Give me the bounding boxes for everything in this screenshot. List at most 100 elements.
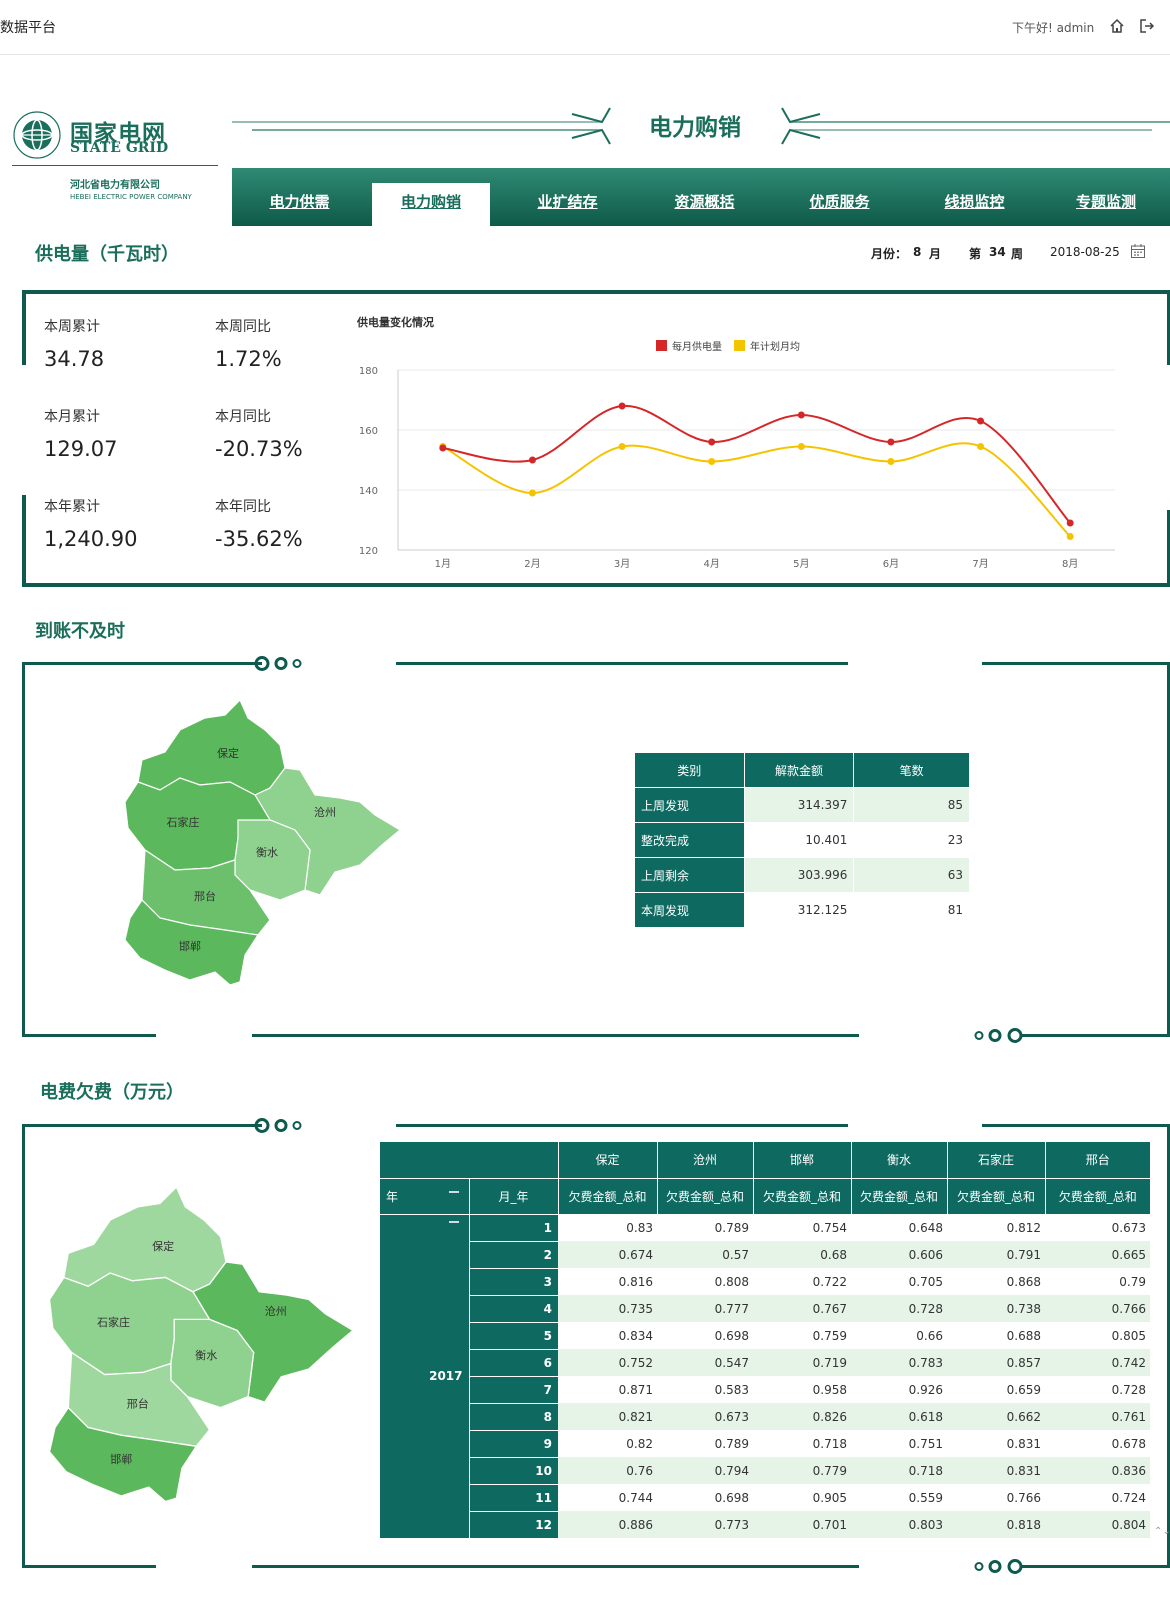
- pivot-value-cell: 0.76: [558, 1457, 657, 1484]
- pivot-city-header: 石家庄: [947, 1142, 1046, 1179]
- pivot-value-cell: 0.831: [1006, 1436, 1041, 1451]
- pivot-month-cell: 9: [469, 1430, 558, 1458]
- pivot-value-cell: 0.79: [1119, 1274, 1146, 1289]
- table-cell-amount: 10.401: [743, 822, 855, 858]
- collapse-icon[interactable]: [448, 1190, 459, 1193]
- table-row: 上周发现 314.397 85: [634, 787, 970, 823]
- pivot-measure-header: 欠费金额_总和: [1045, 1178, 1150, 1215]
- late-payment-table: 类别 解款金额 笔数 上周发现 314.397 85 整改完成 10.401 2…: [634, 752, 970, 928]
- table-row: 2017 1 0.83 0.789 0.754 0.648 0.812 0.673: [380, 1214, 1150, 1538]
- pivot-value-cell: 0.698: [714, 1328, 749, 1343]
- data-point: [797, 443, 805, 450]
- pivot-value-cell: 0.857: [947, 1349, 1045, 1376]
- map-label-cangzhou: 沧州: [314, 805, 336, 819]
- pivot-month-cell: 5: [469, 1322, 558, 1350]
- pivot-city-header: 邯郸: [753, 1142, 852, 1179]
- pivot-value-cell: 0.766: [1045, 1295, 1150, 1322]
- x-tick-label: 6月: [883, 558, 899, 570]
- kpi-week-total-value: 34.78: [44, 347, 105, 371]
- y-tick-label: 160: [359, 426, 378, 437]
- pivot-value-cell: 0.82: [626, 1436, 653, 1451]
- table-cell-amount: 303.996: [743, 857, 855, 893]
- kpi-year-yoy-label: 本年同比: [215, 499, 271, 515]
- nav-item-resource-overview[interactable]: 资源概括: [637, 183, 772, 226]
- pivot-value-cell: 0.68: [753, 1241, 851, 1268]
- state-grid-logo-icon: [13, 111, 61, 159]
- scroll-arrow-icon[interactable]: ⌃⌄: [1154, 1526, 1170, 1537]
- pivot-month-cell: 10: [469, 1457, 558, 1485]
- section-title-arrears: 电费欠费（万元）: [40, 1082, 184, 1103]
- map-label-hengshui: 衡水: [195, 1349, 217, 1362]
- date-value[interactable]: 2018-08-25: [1050, 245, 1120, 259]
- logo-divider: [12, 165, 218, 166]
- nav-item-line-loss[interactable]: 线损监控: [907, 183, 1042, 226]
- nav-item-supply-demand[interactable]: 电力供需: [232, 183, 367, 226]
- frame-left-accent: [22, 290, 26, 365]
- x-tick-label: 5月: [793, 558, 809, 570]
- table-header-cell: 解款金额: [743, 752, 855, 788]
- data-point: [977, 443, 985, 450]
- month-value: 8: [913, 245, 922, 259]
- nav-item-business-expansion[interactable]: 业扩结存: [500, 183, 635, 226]
- pivot-value-cell: 0.648: [908, 1220, 943, 1235]
- pivot-value-cell: 0.868: [1006, 1274, 1041, 1289]
- table-cell-count: 63: [853, 857, 970, 893]
- pivot-value-cell: 0.754: [812, 1220, 847, 1235]
- pivot-city-header: 保定: [558, 1142, 658, 1179]
- logo-name-en: STATE GRID: [70, 140, 169, 156]
- pivot-city-header: 沧州: [657, 1142, 754, 1179]
- pivot-value-cell: 0.688: [1006, 1328, 1041, 1343]
- calendar-icon[interactable]: [1130, 243, 1146, 259]
- pivot-value-cell: 0.744: [618, 1490, 653, 1505]
- pivot-value-cell: 0.777: [657, 1295, 753, 1322]
- map-region-baoding[interactable]: [63, 1185, 227, 1293]
- pivot-value-cell: 0.759: [812, 1328, 847, 1343]
- pivot-value-cell: 0.808: [714, 1274, 749, 1289]
- pivot-month-cell: 3: [469, 1268, 558, 1296]
- legend-swatch: [656, 340, 667, 351]
- table-cell-category: 上周发现: [634, 787, 745, 823]
- pivot-value-cell: 0.83: [626, 1220, 653, 1235]
- main-nav: 电力供需 电力购销 业扩结存 资源概括 优质服务 线损监控 专题监测: [232, 168, 1170, 226]
- pivot-value-cell: 0.718: [812, 1436, 847, 1451]
- nav-item-power-purchase-sales[interactable]: 电力购销: [372, 183, 490, 226]
- data-point: [439, 444, 447, 452]
- table-row: 8 0.821 0.673 0.826 0.618 0.662 0.761: [380, 1403, 1150, 1431]
- home-icon[interactable]: [1108, 17, 1126, 35]
- nav-item-special-monitoring[interactable]: 专题监测: [1042, 183, 1170, 226]
- pivot-value-cell: 0.606: [851, 1241, 947, 1268]
- pivot-year-value: 2017: [429, 1369, 463, 1384]
- collapse-icon[interactable]: [448, 1220, 459, 1223]
- pivot-city-header: 衡水: [851, 1142, 948, 1179]
- pivot-month-cell: 1: [469, 1214, 558, 1242]
- pivot-month-cell: 11: [469, 1484, 558, 1512]
- app-title: 数据平台: [0, 20, 56, 36]
- pivot-month-header: 月_年: [469, 1178, 559, 1215]
- pivot-month-cell: 8: [469, 1403, 558, 1431]
- x-tick-label: 8月: [1062, 558, 1078, 570]
- table-header-row: 类别 解款金额 笔数: [634, 752, 970, 788]
- data-point: [708, 438, 716, 446]
- pivot-value-cell: 0.789: [714, 1220, 749, 1235]
- logout-icon[interactable]: [1138, 17, 1156, 35]
- data-point: [1066, 533, 1074, 540]
- pivot-measure-header: 欠费金额_总和: [657, 1178, 754, 1215]
- pivot-city-header: 邢台: [1045, 1142, 1150, 1179]
- nav-item-quality-service[interactable]: 优质服务: [772, 183, 907, 226]
- section-title-power-supply: 供电量（千瓦时）: [35, 244, 179, 265]
- kpi-year-yoy-value: -35.62%: [215, 527, 303, 551]
- x-tick-label: 7月: [972, 558, 988, 570]
- pivot-value-cell: 0.834: [618, 1328, 653, 1343]
- map-label-xingtai: 邢台: [127, 1397, 149, 1411]
- pivot-value-cell: 0.816: [618, 1274, 653, 1289]
- pivot-value-cell: 0.735: [558, 1295, 657, 1322]
- map-label-shijiazhuang: 石家庄: [97, 1315, 130, 1329]
- pivot-value-cell: 0.836: [1045, 1457, 1150, 1484]
- table-row: 上周剩余 303.996 63: [634, 857, 970, 893]
- arrears-pivot-table: 保定 沧州 邯郸 衡水 石家庄 邢台 年 月_年 欠费金额_总和 欠费金额_总和…: [380, 1142, 1150, 1539]
- pivot-value-cell: 0.794: [657, 1457, 753, 1484]
- power-supply-line-chart: 供电量变化情况每月供电量 年计划月均 120 140 160 180 1月 2月 3月 4月 5月 6…: [356, 315, 1115, 570]
- pivot-value-cell: 0.818: [947, 1511, 1045, 1538]
- pivot-measure-header: 欠费金额_总和: [947, 1178, 1046, 1215]
- map-region-baoding[interactable]: [137, 698, 286, 796]
